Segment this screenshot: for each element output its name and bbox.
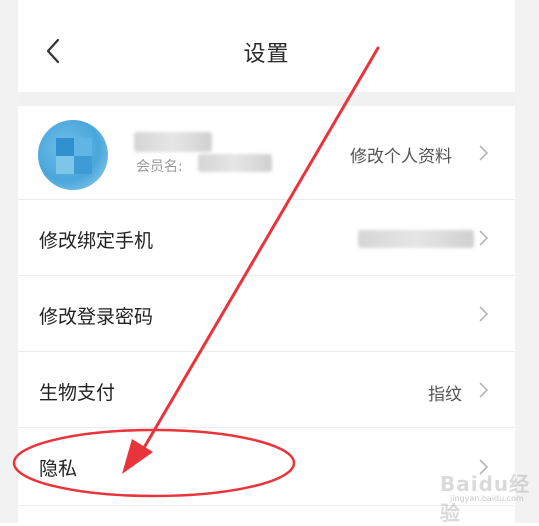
settings-row-bind-phone[interactable]: 修改绑定手机 <box>18 200 515 276</box>
phone-number-redacted <box>358 230 474 248</box>
header: 设置 <box>18 0 515 92</box>
row-label: 隐私 <box>39 458 78 480</box>
edit-profile-link[interactable]: 修改个人资料 <box>350 142 452 167</box>
member-name-redacted <box>198 154 272 172</box>
section-divider <box>18 92 515 106</box>
row-label: 修改登录密码 <box>39 306 154 328</box>
chevron-right-icon <box>479 230 489 246</box>
left-margin <box>0 0 18 523</box>
row-value: 指纹 <box>428 385 462 405</box>
row-label: 生物支付 <box>39 382 116 404</box>
member-name-label: 会员名: <box>136 159 183 175</box>
page-title: 设置 <box>243 42 290 67</box>
nickname-redacted <box>134 132 212 152</box>
avatar <box>38 120 108 190</box>
chevron-right-icon <box>479 382 489 398</box>
watermark-url: jingyan.baidu.com <box>450 494 524 503</box>
settings-row-biometric-pay[interactable]: 生物支付 指纹 <box>18 352 515 428</box>
row-label: 修改绑定手机 <box>39 230 154 252</box>
chevron-right-icon <box>479 145 489 161</box>
chevron-right-icon <box>479 306 489 322</box>
profile-row[interactable]: 会员名: 修改个人资料 <box>18 106 515 200</box>
settings-row-change-password[interactable]: 修改登录密码 <box>18 276 515 352</box>
right-margin <box>515 0 539 523</box>
settings-screen: 设置 会员名: 修改个人资料 修改绑定手机 修改登录密码 生物支付 指纹 隐私 <box>18 0 515 523</box>
